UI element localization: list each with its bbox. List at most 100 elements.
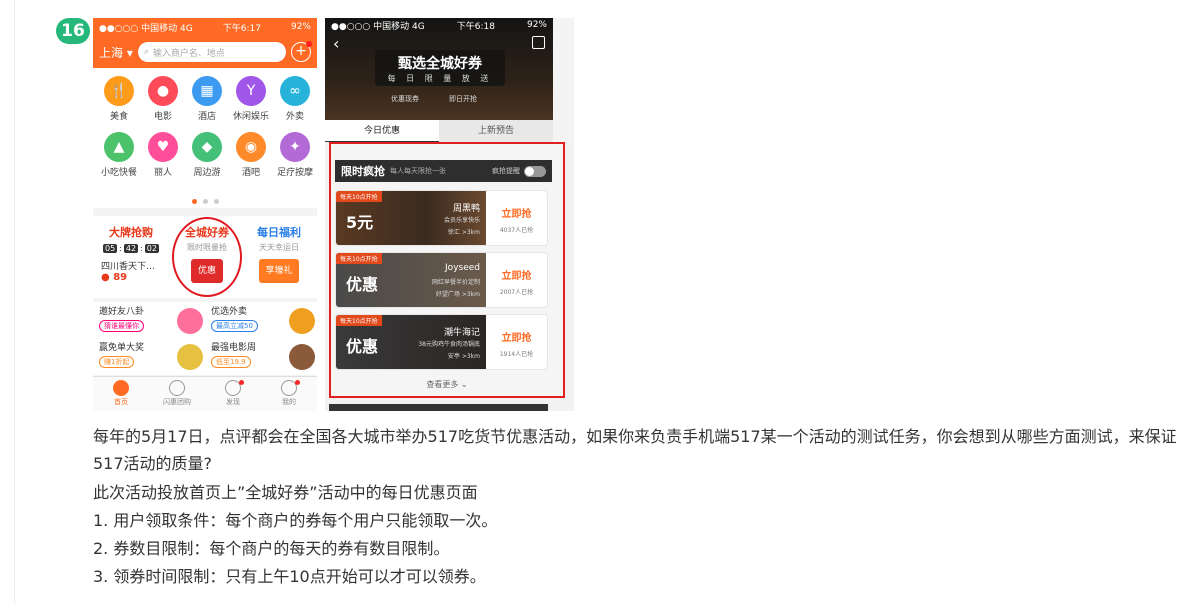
- tab-deals[interactable]: 闪惠团购: [149, 377, 205, 411]
- promo-desc: 四川香天下…: [101, 262, 156, 272]
- chevron-down-icon: ⌄: [460, 380, 468, 389]
- category-icon: ◉: [236, 132, 266, 162]
- category-icon: ●: [148, 76, 178, 106]
- remind-label: 疯抢提醒: [492, 167, 520, 175]
- city-selector[interactable]: 上海 ▾: [99, 44, 133, 61]
- see-more-link[interactable]: 查看更多 ⌄: [331, 379, 563, 390]
- tab-bar: 首页 闪惠团购 发现 我的: [93, 376, 317, 411]
- highlight-rectangle: 限时疯抢 每人每天限抢一张 疯抢提醒 每天10点开抢 5元 周黑鸭 会员乐享快乐…: [329, 142, 565, 398]
- coupon-image: 每天10点开抢 5元 周黑鸭 会员乐享快乐 徐汇 >3km: [336, 191, 486, 245]
- category-icon: ♥: [148, 132, 178, 162]
- answer-line: 1. 用户领取条件：每个商户的券每个用户只能领取一次。: [93, 511, 498, 530]
- category-item[interactable]: ✦ 足疗按摩: [273, 132, 317, 178]
- category-item[interactable]: ∞ 外卖: [273, 76, 317, 122]
- coupon-banner: ●●○○○ 中国移动 4G 下午6:18 92% ‹ 甄选全城好券 每 日 限 …: [325, 18, 553, 120]
- pig-icon: [177, 308, 203, 334]
- phone-screenshot-coupons: ●●○○○ 中国移动 4G 下午6:18 92% ‹ 甄选全城好券 每 日 限 …: [325, 18, 574, 411]
- remind-toggle[interactable]: [524, 165, 546, 177]
- countdown-timer: 05:42:02: [103, 244, 159, 253]
- grab-button[interactable]: 立即抢 2007人已抢: [486, 253, 547, 307]
- list-item[interactable]: 最强电影周 低至19.9: [211, 340, 317, 376]
- category-icon: ▦: [192, 76, 222, 106]
- search-input[interactable]: ⌕ 输入商户名、地点: [137, 42, 286, 62]
- tag-icon: [169, 380, 185, 396]
- share-icon[interactable]: [532, 36, 545, 49]
- promo-flash-sale[interactable]: 大牌抢购 05:42:02 四川香天下… ● 89: [95, 220, 167, 294]
- coupon-image: 每天10点开抢 优惠 Joyseed 网红早餐半价定制 好望广场 >3km: [336, 253, 486, 307]
- question-text: 每年的5月17日，点评都会在全国各大城市举办517吃货节优惠活动，如果你来负责手…: [93, 427, 1177, 473]
- battery-label: 92%: [526, 20, 547, 30]
- grab-button[interactable]: 立即抢 1914人已抢: [486, 315, 547, 369]
- banner-title-box: 甄选全城好券 每 日 限 量 放 送: [375, 50, 505, 86]
- time-label: 下午6:17: [222, 23, 261, 34]
- category-item[interactable]: ▲ 小吃快餐: [97, 132, 141, 178]
- carrier-label: ●●○○○ 中国移动 4G: [99, 23, 193, 34]
- activity-list: 邀好友八卦 猜谁最懂你 优选外卖 最高立减50 赢免单大奖 赚1折起 最强电影周…: [93, 302, 317, 375]
- category-item[interactable]: ◉ 酒吧: [229, 132, 273, 178]
- banner-title: 甄选全城好券: [398, 56, 482, 72]
- category-label: 酒店: [197, 112, 216, 122]
- grab-button[interactable]: 立即抢 4037人已抢: [486, 191, 547, 245]
- flash-subtitle: 每人每天限抢一张: [390, 167, 446, 175]
- flash-title: 限时疯抢: [341, 165, 385, 178]
- category-icon: ✦: [280, 132, 310, 162]
- gift-icon: 享壕礼: [259, 259, 299, 283]
- day-tabs: 今日优惠 上新预告: [325, 120, 553, 142]
- back-icon[interactable]: ‹: [333, 34, 339, 53]
- promo-price: ● 89: [101, 272, 128, 283]
- category-item[interactable]: Y 休闲娱乐: [229, 76, 273, 122]
- battery-label: 92%: [290, 22, 311, 32]
- tab-mine[interactable]: 我的: [261, 377, 317, 411]
- add-button[interactable]: +: [291, 41, 312, 62]
- next-section-header: [329, 404, 548, 411]
- side-blank: [553, 18, 574, 142]
- promo-subtitle: 天天幸运日: [259, 243, 299, 252]
- left-divider: [14, 0, 15, 604]
- answer-line: 2. 券数目限制：每个商户的每天的券有数目限制。: [93, 539, 450, 558]
- search-icon: ⌕: [143, 47, 149, 57]
- category-icon: ∞: [280, 76, 310, 106]
- banner-subtitle: 每 日 限 量 放 送: [387, 74, 493, 83]
- tab-upcoming[interactable]: 上新预告: [439, 120, 553, 142]
- umbrella-icon: [289, 308, 315, 334]
- category-label: 小吃快餐: [100, 168, 137, 178]
- category-item[interactable]: ◆ 周边游: [185, 132, 229, 178]
- category-item[interactable]: ♥ 丽人: [141, 132, 185, 178]
- promo-daily-welfare[interactable]: 每日福利 天天幸运日 享壕礼: [243, 220, 315, 294]
- notification-dot: [306, 41, 312, 47]
- category-label: 电影: [153, 112, 172, 122]
- tab-discover[interactable]: 发现: [205, 377, 261, 411]
- category-item[interactable]: ▦ 酒店: [185, 76, 229, 122]
- promo-title: 大牌抢购: [109, 226, 153, 239]
- category-icon: ◆: [192, 132, 222, 162]
- status-bar: ●●○○○ 中国移动 4G 下午6:18 92%: [325, 18, 553, 32]
- time-label: 下午6:18: [456, 21, 495, 32]
- highlight-circle: [172, 217, 242, 297]
- list-item[interactable]: 邀好友八卦 猜谁最懂你: [99, 304, 209, 340]
- answer-line: 3. 领券时间限制：只有上午10点开始可以才可以领券。: [93, 567, 486, 586]
- banner-caption-right: 即日开抢: [449, 95, 477, 103]
- category-label: 酒吧: [241, 168, 260, 178]
- promo-section: 大牌抢购 05:42:02 四川香天下… ● 89 全城好券 限时限量抢 优惠 …: [93, 216, 317, 298]
- page-indicator: [93, 199, 317, 204]
- category-icon: Y: [236, 76, 266, 106]
- phone-screenshot-home: ●●○○○ 中国移动 4G 下午6:17 92% 上海 ▾ ⌕ 输入商户名、地点…: [93, 18, 317, 411]
- tab-home[interactable]: 首页: [93, 377, 149, 411]
- category-icon: 🍴: [104, 76, 134, 106]
- coupon-image: 每天10点开抢 优惠 潮牛海记 38元购鸡牛食肉汤锅底 安亭 >3km: [336, 315, 486, 369]
- promo-title: 每日福利: [257, 226, 301, 239]
- category-item[interactable]: 🍴 美食: [97, 76, 141, 122]
- answer-line: 此次活动投放首页上”全城好券”活动中的每日优惠页面: [93, 483, 478, 502]
- category-icon: ▲: [104, 132, 134, 162]
- category-item[interactable]: ● 电影: [141, 76, 185, 122]
- list-item[interactable]: 优选外卖 最高立减50: [211, 304, 317, 340]
- coupon-card: 每天10点开抢 5元 周黑鸭 会员乐享快乐 徐汇 >3km 立即抢 4037人已…: [335, 190, 548, 246]
- movie-character-icon: [289, 344, 315, 370]
- category-label: 足疗按摩: [276, 168, 313, 178]
- app-header: 上海 ▾ ⌕ 输入商户名、地点 +: [93, 36, 317, 68]
- tab-today[interactable]: 今日优惠: [325, 120, 439, 142]
- banner-caption-left: 优惠现券: [391, 95, 419, 103]
- category-grid: 🍴 美食 ● 电影 ▦ 酒店 Y 休闲娱乐 ∞ 外卖 ▲ 小吃快餐 ♥ 丽人 ◆ 周边游 ◉ 酒吧 ✦ 足疗按摩: [93, 68, 317, 208]
- category-label: 美食: [109, 112, 128, 122]
- list-item[interactable]: 赢免单大奖 赚1折起: [99, 340, 209, 376]
